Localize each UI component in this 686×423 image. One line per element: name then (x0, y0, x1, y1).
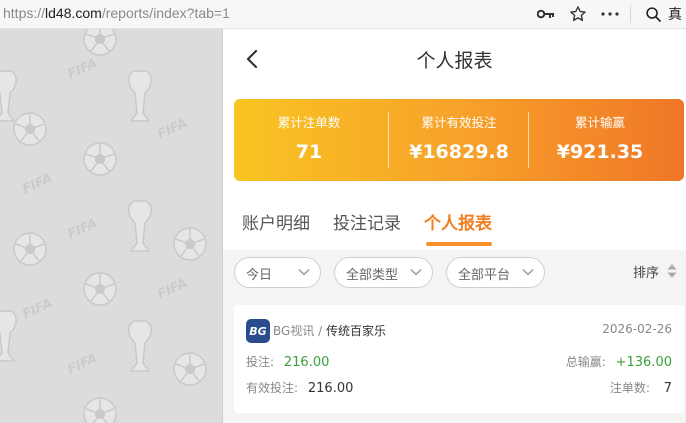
type-filter-dropdown[interactable]: 全部类型 (334, 257, 433, 288)
filter-bar: 今日 全部类型 全部平台 排序 (223, 250, 686, 294)
address-bar[interactable]: https://ld48.com/reports/index?tab=1 (3, 4, 230, 22)
stat-total-orders: 累计注单数 71 (234, 99, 384, 181)
chevron-down-icon (522, 268, 534, 276)
stat-label: 累计注单数 (277, 115, 341, 130)
svg-text:FIFA: FIFA (155, 116, 189, 143)
more-icon[interactable] (599, 3, 621, 25)
stat-value: ¥16829.8 (409, 141, 509, 163)
platform-filter-dropdown[interactable]: 全部平台 (446, 257, 545, 288)
record-date: 2026-02-26 (602, 322, 672, 336)
provider-logo: BG (246, 319, 270, 343)
svg-text:FIFA: FIFA (65, 56, 99, 83)
record-card[interactable]: BG BG视讯 / 传统百家乐 2026-02-26 投注: 216.00 总输… (234, 305, 684, 413)
stat-win-loss: 累计输赢 ¥921.35 (525, 99, 675, 181)
svg-text:FIFA: FIFA (20, 296, 54, 323)
browser-toolbar: https://ld48.com/reports/index?tab=1 真 (0, 0, 686, 29)
tab-account-details[interactable]: 账户明细 (242, 209, 310, 234)
provider-name: BG视讯 / 传统百家乐 (273, 322, 386, 339)
valid-bet-row: 有效投注: 216.00 (246, 379, 353, 396)
order-count-row: 注单数: 7 (610, 379, 672, 396)
report-page: 个人报表 累计注单数 71 累计有效投注 ¥16829.8 累计输赢 ¥921.… (223, 29, 686, 423)
date-filter-value: 今日 (246, 268, 273, 283)
stat-label: 累计有效投注 (421, 115, 497, 130)
page-title: 个人报表 (416, 50, 493, 72)
total-winloss-row: 总输赢: +136.00 (566, 353, 672, 370)
date-filter-dropdown[interactable]: 今日 (234, 257, 321, 288)
svg-text:FIFA: FIFA (65, 216, 99, 243)
star-icon[interactable] (567, 3, 589, 25)
total-winloss-label: 总输赢: (565, 355, 606, 369)
type-filter-value: 全部类型 (346, 268, 399, 283)
platform-filter-value: 全部平台 (458, 268, 511, 283)
order-count-value: 7 (663, 381, 672, 396)
svg-text:FIFA: FIFA (20, 171, 54, 198)
tab-bar: 账户明细 投注记录 个人报表 (223, 195, 686, 246)
provider-label: BG视讯 (273, 324, 315, 338)
fifa-pattern-image: FIFA FIFA FIFA FIFA FIFA FIFA FIFA (0, 29, 207, 423)
bet-amount-row: 投注: 216.00 (246, 353, 329, 370)
tab-bet-records[interactable]: 投注记录 (333, 209, 401, 234)
url-path: /reports/index?tab=1 (101, 5, 230, 21)
url-host: ld48.com (45, 5, 102, 21)
bet-label: 投注: (246, 355, 275, 369)
bet-value: 216.00 (283, 355, 330, 370)
sort-button[interactable]: 排序 (633, 262, 659, 281)
chevron-down-icon (298, 268, 310, 276)
stat-value: ¥921.35 (556, 141, 644, 163)
key-icon[interactable] (535, 3, 557, 25)
total-winloss-value: +136.00 (615, 355, 672, 370)
stat-valid-bet: 累计有效投注 ¥16829.8 (384, 99, 534, 181)
stat-label: 累计输赢 (574, 115, 625, 130)
summary-card: 累计注单数 71 累计有效投注 ¥16829.8 累计输赢 ¥921.35 (234, 99, 684, 181)
game-name: 传统百家乐 (326, 324, 387, 338)
active-tab-indicator (426, 242, 492, 246)
toolbar-divider (630, 5, 631, 23)
sort-icon[interactable] (666, 263, 678, 279)
url-prefix: https:// (3, 5, 46, 21)
valid-bet-value: 216.00 (307, 381, 354, 396)
background-pattern: FIFA FIFA FIFA FIFA FIFA FIFA FIFA (0, 29, 222, 423)
stat-value: 71 (295, 141, 323, 163)
svg-text:FIFA: FIFA (155, 276, 189, 303)
tab-personal-report[interactable]: 个人报表 (424, 209, 492, 234)
search-icon[interactable] (642, 3, 664, 25)
svg-text:FIFA: FIFA (65, 351, 99, 378)
provider-separator: / (318, 324, 323, 338)
valid-bet-label: 有效投注: (246, 381, 299, 395)
page-header: 个人报表 (223, 29, 686, 89)
chevron-down-icon (410, 268, 422, 276)
order-count-label: 注单数: (609, 381, 650, 395)
toolbar-overflow-text: 真 (668, 7, 682, 23)
